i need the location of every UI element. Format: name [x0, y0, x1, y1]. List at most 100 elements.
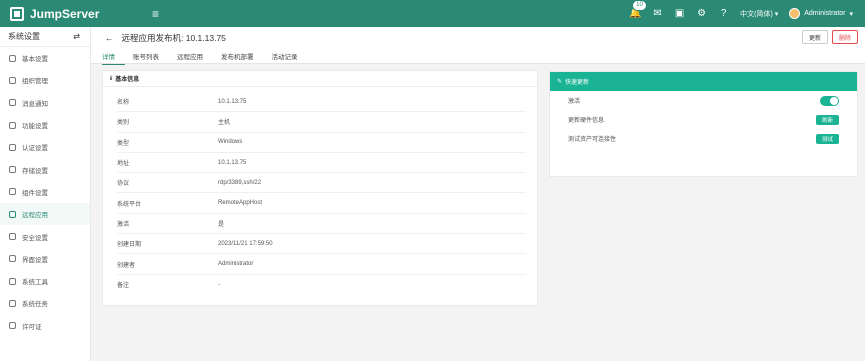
edit-icon: ✎ — [557, 79, 563, 85]
detail-key: 协议 — [117, 181, 130, 188]
sidebar-item-label: 基本设置 — [22, 56, 48, 64]
tab-activity[interactable]: 活动记录 — [272, 51, 308, 65]
quick-row-refresh: 更新硬件信息 刷新 — [550, 110, 857, 129]
sidebar-item-remote-app[interactable]: 远程应用 — [0, 203, 90, 226]
card-title: 快速更新 — [565, 80, 590, 86]
sidebar-item-label: 安全设置 — [22, 234, 48, 242]
page-title: 远程应用发布机: 10.1.13.75 — [121, 33, 226, 43]
detail-value: Windows — [218, 139, 243, 146]
sidebar-item-org[interactable]: 组织管理 — [0, 69, 90, 91]
menu-collapse-icon[interactable]: ≡ — [152, 7, 159, 21]
sidebar-item-label: 消息通知 — [22, 100, 48, 108]
sidebar-item-storage[interactable]: 存储设置 — [0, 158, 90, 180]
menu-icon — [9, 76, 16, 84]
sidebar-item-interface[interactable]: 界面设置 — [0, 248, 90, 270]
sidebar-item-basic[interactable]: 基本设置 — [0, 47, 90, 69]
sidebar-item-tools[interactable]: 系统工具 — [0, 270, 90, 292]
detail-row: 名称 10.1.13.75 — [117, 92, 526, 113]
menu-icon — [9, 143, 16, 151]
logo[interactable]: JumpServer — [0, 6, 150, 21]
sidebar-title: 系统设置 — [8, 32, 40, 41]
switch-view-icon[interactable]: ⇄ — [73, 32, 80, 41]
detail-row: 协议 rdp/3389,ssh/22 — [117, 173, 526, 194]
test-connectivity-label: 测试资产可连接性 — [568, 137, 617, 143]
mail-icon[interactable]: ✉ — [652, 8, 663, 19]
monitor-icon[interactable]: ▣ — [674, 8, 685, 19]
detail-row: 类别 主机 — [117, 112, 526, 133]
detail-value: 10.1.13.75 — [218, 98, 247, 105]
help-icon[interactable]: ? — [718, 8, 729, 19]
main-content: ← 远程应用发布机: 10.1.13.75 更新 删除 详情 账号列表 远程应用… — [91, 27, 865, 361]
detail-key: 激活 — [117, 221, 130, 228]
detail-row: 类型 Windows — [117, 133, 526, 153]
sidebar-item-label: 远程应用 — [22, 212, 48, 220]
sidebar-item-label: 认证设置 — [22, 145, 48, 153]
detail-value: - — [218, 281, 220, 288]
detail-key: 创建日期 — [117, 242, 142, 249]
detail-row: 备注 - — [117, 275, 526, 295]
menu-icon — [9, 277, 16, 285]
refresh-button[interactable]: 刷新 — [815, 114, 839, 125]
menu-icon — [9, 54, 16, 62]
bell-icon[interactable]: 🔔 10 — [629, 0, 647, 19]
sidebar-item-label: 界面设置 — [22, 256, 48, 264]
menu-icon — [9, 233, 16, 241]
delete-button[interactable]: 删除 — [831, 30, 858, 44]
menu-icon — [9, 322, 16, 330]
sidebar-menu: 基本设置 组织管理 消息通知 功能设置 认证设置 存储设置 组件设置 远程应用 … — [0, 47, 90, 337]
gear-icon[interactable]: ⚙ — [696, 8, 707, 19]
detail-row: 创建者 Administrator — [117, 254, 526, 275]
quick-update-card: ✎ 快速更新 激活 更新硬件信息 刷新 测试资产可连接性 测试 — [549, 71, 858, 177]
sidebar-item-label: 功能设置 — [22, 123, 48, 131]
sidebar-item-label: 系统工具 — [22, 279, 48, 287]
detail-key: 名称 — [117, 100, 130, 107]
tab-remote-apps[interactable]: 远程应用 — [177, 51, 213, 65]
detail-row: 地址 10.1.13.75 — [117, 153, 526, 174]
quick-row-test: 测试资产可连接性 测试 — [550, 129, 857, 148]
detail-key: 备注 — [117, 283, 130, 290]
update-button[interactable]: 更新 — [801, 30, 828, 44]
detail-value: rdp/3389,ssh/22 — [218, 179, 262, 186]
sidebar-item-component[interactable]: 组件设置 — [0, 181, 90, 203]
detail-value: 2023/11/21 17:59:50 — [218, 240, 273, 247]
sidebar-item-feature[interactable]: 功能设置 — [0, 114, 90, 136]
detail-value: 主机 — [218, 120, 231, 127]
detail-value: Administrator — [218, 261, 254, 268]
basic-info-card: ℹ 基本信息 名称 10.1.13.75 类别 主机 类型 Windows 地址 10.1… — [102, 70, 538, 306]
menu-icon — [9, 255, 16, 263]
menu-icon — [9, 99, 16, 107]
language-label: 中文(简体) — [740, 10, 773, 18]
detail-key: 类别 — [117, 120, 130, 127]
detail-value: RemoteAppHost — [218, 200, 263, 207]
user-menu[interactable]: Administrator ▾ — [789, 8, 853, 19]
sidebar-item-security[interactable]: 安全设置 — [0, 225, 90, 247]
menu-icon — [9, 299, 16, 307]
sidebar-item-auth[interactable]: 认证设置 — [0, 136, 90, 158]
detail-value: 是 — [218, 221, 225, 228]
detail-value: 10.1.13.75 — [218, 159, 247, 166]
sidebar-item-license[interactable]: 许可证 — [0, 315, 90, 337]
jumpserver-logo-icon — [10, 6, 24, 21]
tab-detail[interactable]: 详情 — [102, 51, 125, 65]
menu-icon — [9, 166, 16, 174]
sidebar-item-notify[interactable]: 消息通知 — [0, 92, 90, 114]
detail-key: 创建者 — [117, 262, 136, 269]
sidebar-item-label: 许可证 — [22, 323, 42, 331]
tab-deploy[interactable]: 发布机部署 — [221, 51, 264, 65]
active-toggle[interactable] — [820, 95, 839, 106]
menu-icon — [9, 121, 16, 129]
tab-accounts[interactable]: 账号列表 — [133, 51, 169, 65]
sidebar-item-label: 存储设置 — [22, 167, 48, 175]
test-button[interactable]: 测试 — [815, 133, 839, 144]
sidebar-item-label: 组件设置 — [22, 189, 48, 197]
sidebar-item-tasks[interactable]: 系统任务 — [0, 292, 90, 314]
language-select[interactable]: 中文(简体) ▾ — [740, 9, 778, 19]
notification-badge: 10 — [632, 0, 647, 11]
sidebar-item-label: 组织管理 — [22, 78, 48, 86]
menu-icon — [9, 188, 16, 196]
avatar — [789, 8, 801, 19]
back-icon[interactable]: ← — [105, 33, 114, 43]
active-label: 激活 — [568, 99, 581, 105]
sidebar-item-label: 系统任务 — [22, 301, 48, 309]
user-name: Administrator — [804, 10, 846, 17]
